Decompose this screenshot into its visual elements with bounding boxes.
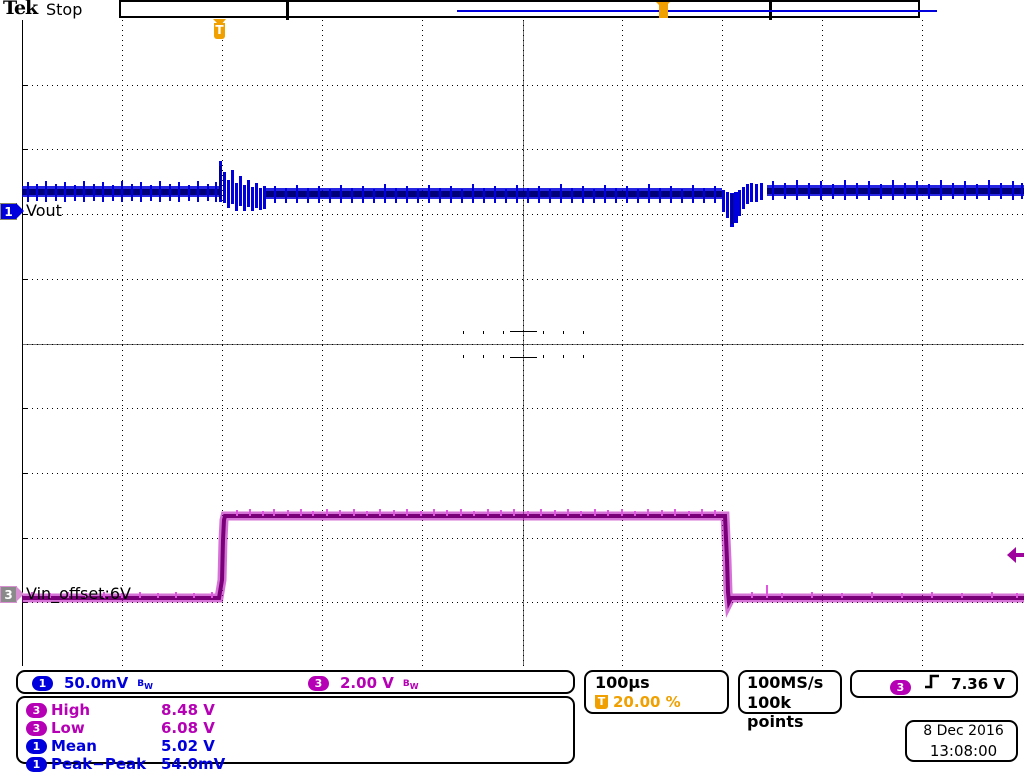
ch1-vertical-setting[interactable]: 1 50.0mV BW: [32, 674, 153, 693]
ch3-pointer-icon: [16, 586, 24, 602]
record-length-strip[interactable]: [119, 0, 937, 20]
trigger-level-bar-icon: [1015, 553, 1024, 557]
trigger-source-badge: 3: [890, 677, 911, 696]
measurement-value: 8.48 V: [161, 701, 215, 719]
measurement-name: Mean: [51, 737, 97, 755]
trigger-badge-label: T: [214, 23, 225, 39]
measurement-value: 5.02 V: [161, 737, 215, 755]
ch1-badge: 1: [0, 203, 17, 220]
ch3-vertical-setting[interactable]: 3 2.00 V BW: [308, 674, 419, 693]
record-trigger-marker-icon[interactable]: [656, 2, 670, 18]
trigger-position-marker-icon[interactable]: T: [213, 19, 226, 40]
readout-bar: 1 50.0mV BW 3 2.00 V BW 3 High 8.48 V 3 Low …: [0, 666, 1024, 773]
graticule-area[interactable]: [0, 20, 1024, 666]
record-mini-trace: [457, 10, 937, 12]
horizontal-settings-box[interactable]: 100µs T 20.00 %: [584, 670, 729, 714]
ch3-bandwidth-limit-icon: BW: [402, 679, 419, 691]
acquisition-box[interactable]: 100MS/s 100k points: [738, 670, 842, 731]
center-crosshair: [22, 20, 1024, 666]
measurement-name: Low: [51, 719, 85, 737]
measurement-row[interactable]: 3 Low 6.08 V: [26, 719, 271, 737]
time-per-division: 100µs: [595, 673, 650, 692]
measurement-source-badge: 3: [26, 701, 51, 719]
ch1-readout-badge: 1: [32, 676, 53, 691]
time-label: 13:08:00: [929, 742, 998, 760]
record-view-window[interactable]: [286, 2, 937, 20]
measurement-row[interactable]: 1 Mean 5.02 V: [26, 737, 271, 755]
ch1-volts-per-div: 50.0mV: [64, 674, 129, 692]
ch1-trace-label: Vout: [26, 201, 62, 220]
measurements-box: 3 High 8.48 V 3 Low 6.08 V 1 Mean 5.02 V: [16, 696, 575, 773]
measurement-value: 6.08 V: [161, 719, 215, 737]
ch1-position-marker[interactable]: 1: [0, 203, 24, 220]
measurement-source-badge: 3: [26, 719, 51, 737]
record-overview-bar: [0, 0, 1024, 20]
measurement-row[interactable]: 1 Peak−Peak 54.0mV: [26, 755, 271, 773]
measurement-value: 54.0mV: [161, 755, 226, 773]
measurements-table: 3 High 8.48 V 3 Low 6.08 V 1 Mean 5.02 V: [26, 701, 271, 773]
rising-edge-icon: [924, 674, 940, 694]
trigger-position-row: T 20.00 %: [595, 693, 681, 711]
measurement-row[interactable]: 3 High 8.48 V: [26, 701, 271, 719]
sample-rate: 100MS/s: [747, 673, 824, 692]
record-length: 100k points: [747, 693, 804, 731]
ch1-pointer-icon: [16, 203, 24, 219]
tek-logo: Tek: [3, 0, 38, 19]
measurement-source-badge: 1: [26, 755, 51, 773]
ch1-bandwidth-limit-icon: BW: [137, 679, 153, 691]
trigger-position-badge-icon: T: [595, 694, 608, 709]
measurement-name: Peak−Peak: [51, 755, 147, 773]
ch3-volts-per-div: 2.00 V: [340, 674, 394, 692]
graticule-grid: [22, 20, 1024, 666]
trigger-position-value: 20.00 %: [613, 693, 681, 711]
ch3-badge: 3: [0, 586, 17, 603]
measurement-source-badge: 1: [26, 737, 51, 755]
channel-settings-box: 1 50.0mV BW 3 2.00 V BW: [16, 670, 575, 694]
ch3-position-marker[interactable]: 3: [0, 586, 24, 603]
vertical-gridlines: [122, 20, 923, 666]
ch3-readout-badge: 3: [308, 676, 329, 691]
trigger-level-marker-icon[interactable]: [1007, 546, 1024, 564]
datetime-box: 8 Dec 2016 13:08:00: [905, 720, 1018, 762]
trigger-level-value: 7.36 V: [951, 675, 1005, 693]
measurement-name: High: [51, 701, 91, 719]
acquisition-state-label: Stop: [46, 0, 83, 19]
trigger-settings-box[interactable]: 3 7.36 V: [850, 670, 1018, 698]
date-label: 8 Dec 2016: [923, 723, 1004, 739]
ch3-trace-label: Vin_offset:6V: [26, 584, 131, 603]
